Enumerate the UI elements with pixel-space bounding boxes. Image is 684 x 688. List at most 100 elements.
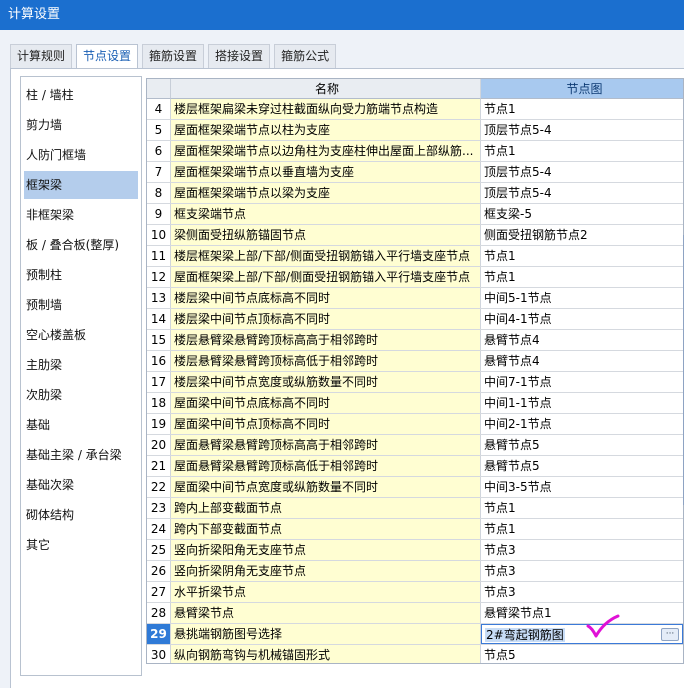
- row-name: 屋面悬臂梁悬臂跨顶标高低于相邻跨时: [171, 456, 481, 476]
- table-row[interactable]: 16 楼层悬臂梁悬臂跨顶标高低于相邻跨时 悬臂节点4: [147, 351, 683, 372]
- table-row[interactable]: 17 楼层梁中间节点宽度或纵筋数量不同时 中间7-1节点: [147, 372, 683, 393]
- table-row[interactable]: 13 楼层梁中间节点底标高不同时 中间5-1节点: [147, 288, 683, 309]
- table-header-corner: [147, 79, 171, 99]
- row-node-value[interactable]: 节点5: [481, 645, 683, 663]
- row-name: 竖向折梁阳角无支座节点: [171, 540, 481, 560]
- node-editor-text[interactable]: 2#弯起钢筋图: [485, 628, 565, 642]
- row-name: 屋面框架梁端节点以垂直墙为支座: [171, 162, 481, 182]
- tab-stirrup-settings[interactable]: 箍筋设置: [142, 44, 205, 68]
- row-node-value[interactable]: 顶层节点5-4: [481, 120, 683, 140]
- row-node-value[interactable]: 中间1-1节点: [481, 393, 683, 413]
- row-node-value[interactable]: 顶层节点5-4: [481, 162, 683, 182]
- sidebar-item-foundation-main-beam[interactable]: 基础主梁 / 承台梁: [24, 441, 138, 469]
- sidebar-item-foundation-secondary-beam[interactable]: 基础次梁: [24, 471, 138, 499]
- sidebar-item-secondary-rib-beam[interactable]: 次肋梁: [24, 381, 138, 409]
- table-row[interactable]: 21 屋面悬臂梁悬臂跨顶标高低于相邻跨时 悬臂节点5: [147, 456, 683, 477]
- row-node-value[interactable]: 顶层节点5-4: [481, 183, 683, 203]
- table-row[interactable]: 10 梁侧面受扭纵筋锚固节点 侧面受扭钢筋节点2: [147, 225, 683, 246]
- row-number: 4: [147, 99, 171, 119]
- row-number: 21: [147, 456, 171, 476]
- table-row[interactable]: 6 屋面框架梁端节点以边角柱为支座柱伸出屋面上部纵筋... 节点1: [147, 141, 683, 162]
- sidebar-item-other[interactable]: 其它: [24, 531, 138, 559]
- sidebar-item-non-frame-beam[interactable]: 非框架梁: [24, 201, 138, 229]
- sidebar-item-main-rib-beam[interactable]: 主肋梁: [24, 351, 138, 379]
- table-row[interactable]: 12 屋面框架梁上部/下部/侧面受扭钢筋锚入平行墙支座节点 节点1: [147, 267, 683, 288]
- row-number: 29: [147, 624, 171, 644]
- row-number: 14: [147, 309, 171, 329]
- sidebar-item-hollow-slab[interactable]: 空心楼盖板: [24, 321, 138, 349]
- sidebar-item-column-wall-column[interactable]: 柱 / 墙柱: [24, 81, 138, 109]
- row-node-editor[interactable]: 2#弯起钢筋图 ···: [481, 624, 683, 644]
- row-node-value[interactable]: 节点3: [481, 540, 683, 560]
- row-node-value[interactable]: 节点1: [481, 99, 683, 119]
- row-name: 悬臂梁节点: [171, 603, 481, 623]
- column-header-node-diagram[interactable]: 节点图: [481, 79, 683, 99]
- row-node-value[interactable]: 节点1: [481, 141, 683, 161]
- table-row[interactable]: 4 楼层框架扁梁未穿过柱截面纵向受力筋端节点构造 节点1: [147, 99, 683, 120]
- table-row[interactable]: 18 屋面梁中间节点底标高不同时 中间1-1节点: [147, 393, 683, 414]
- table-row[interactable]: 26 竖向折梁阴角无支座节点 节点3: [147, 561, 683, 582]
- sidebar-item-masonry[interactable]: 砌体结构: [24, 501, 138, 529]
- table-row[interactable]: 7 屋面框架梁端节点以垂直墙为支座 顶层节点5-4: [147, 162, 683, 183]
- row-node-value[interactable]: 节点3: [481, 582, 683, 602]
- table-row[interactable]: 15 楼层悬臂梁悬臂跨顶标高高于相邻跨时 悬臂节点4: [147, 330, 683, 351]
- row-node-value[interactable]: 节点3: [481, 561, 683, 581]
- table-row[interactable]: 5 屋面框架梁端节点以柱为支座 顶层节点5-4: [147, 120, 683, 141]
- sidebar-item-shear-wall[interactable]: 剪力墙: [24, 111, 138, 139]
- row-node-value[interactable]: 悬臂节点5: [481, 456, 683, 476]
- row-node-value[interactable]: 悬臂节点5: [481, 435, 683, 455]
- table-row[interactable]: 20 屋面悬臂梁悬臂跨顶标高高于相邻跨时 悬臂节点5: [147, 435, 683, 456]
- row-number: 18: [147, 393, 171, 413]
- row-number: 20: [147, 435, 171, 455]
- row-node-value[interactable]: 节点1: [481, 246, 683, 266]
- table-row[interactable]: 11 楼层框架梁上部/下部/侧面受扭钢筋锚入平行墙支座节点 节点1: [147, 246, 683, 267]
- row-number: 23: [147, 498, 171, 518]
- row-number: 27: [147, 582, 171, 602]
- tab-node-settings[interactable]: 节点设置: [76, 44, 139, 69]
- table-row[interactable]: 25 竖向折梁阳角无支座节点 节点3: [147, 540, 683, 561]
- table-row[interactable]: 9 框支梁端节点 框支梁-5: [147, 204, 683, 225]
- column-header-name[interactable]: 名称: [171, 79, 481, 99]
- table-row[interactable]: 8 屋面框架梁端节点以梁为支座 顶层节点5-4: [147, 183, 683, 204]
- row-node-value[interactable]: 悬臂节点4: [481, 351, 683, 371]
- table-row[interactable]: 27 水平折梁节点 节点3: [147, 582, 683, 603]
- row-number: 11: [147, 246, 171, 266]
- row-number: 22: [147, 477, 171, 497]
- row-number: 24: [147, 519, 171, 539]
- table-row[interactable]: 23 跨内上部变截面节点 节点1: [147, 498, 683, 519]
- row-number: 25: [147, 540, 171, 560]
- row-node-value[interactable]: 节点1: [481, 498, 683, 518]
- row-node-value[interactable]: 悬臂节点4: [481, 330, 683, 350]
- tab-stirrup-formula[interactable]: 箍筋公式: [274, 44, 337, 68]
- row-node-value[interactable]: 中间3-5节点: [481, 477, 683, 497]
- row-number: 16: [147, 351, 171, 371]
- row-name: 屋面梁中间节点顶标高不同时: [171, 414, 481, 434]
- table-row[interactable]: 22 屋面梁中间节点宽度或纵筋数量不同时 中间3-5节点: [147, 477, 683, 498]
- ellipsis-button[interactable]: ···: [661, 628, 679, 641]
- sidebar-item-precast-wall[interactable]: 预制墙: [24, 291, 138, 319]
- sidebar-item-slab[interactable]: 板 / 叠合板(整厚): [24, 231, 138, 259]
- row-number: 5: [147, 120, 171, 140]
- table-row[interactable]: 24 跨内下部变截面节点 节点1: [147, 519, 683, 540]
- row-node-value[interactable]: 节点1: [481, 267, 683, 287]
- table-row[interactable]: 14 楼层梁中间节点顶标高不同时 中间4-1节点: [147, 309, 683, 330]
- checkmark-icon: [586, 614, 620, 638]
- row-node-value[interactable]: 框支梁-5: [481, 204, 683, 224]
- table-row[interactable]: 19 屋面梁中间节点顶标高不同时 中间2-1节点: [147, 414, 683, 435]
- sidebar-item-precast-column[interactable]: 预制柱: [24, 261, 138, 289]
- row-name: 竖向折梁阴角无支座节点: [171, 561, 481, 581]
- row-name: 屋面框架梁上部/下部/侧面受扭钢筋锚入平行墙支座节点: [171, 267, 481, 287]
- row-node-value[interactable]: 中间7-1节点: [481, 372, 683, 392]
- sidebar-item-frame-beam[interactable]: 框架梁: [24, 171, 138, 199]
- row-node-value[interactable]: 中间2-1节点: [481, 414, 683, 434]
- sidebar-item-civil-defense-door-wall[interactable]: 人防门框墙: [24, 141, 138, 169]
- row-node-value[interactable]: 节点1: [481, 519, 683, 539]
- sidebar-item-foundation[interactable]: 基础: [24, 411, 138, 439]
- row-node-value[interactable]: 中间4-1节点: [481, 309, 683, 329]
- table-row[interactable]: 30 纵向钢筋弯钩与机械锚固形式 节点5: [147, 645, 683, 663]
- row-node-value[interactable]: 中间5-1节点: [481, 288, 683, 308]
- row-node-value[interactable]: 悬臂梁节点1: [481, 603, 683, 623]
- tab-lap-settings[interactable]: 搭接设置: [208, 44, 271, 68]
- tab-calc-rules[interactable]: 计算规则: [10, 44, 73, 68]
- row-node-value[interactable]: 侧面受扭钢筋节点2: [481, 225, 683, 245]
